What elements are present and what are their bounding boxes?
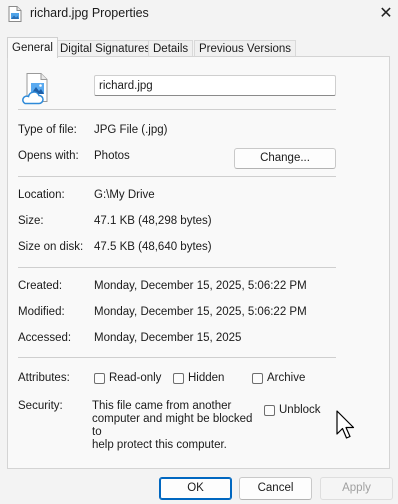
size-value: 47.1 KB (48,298 bytes): [94, 215, 212, 227]
hidden-label[interactable]: Hidden: [188, 372, 224, 384]
opens-with-value: Photos: [94, 150, 130, 162]
tab-general[interactable]: General: [7, 37, 58, 58]
readonly-label[interactable]: Read-only: [109, 372, 161, 384]
location-label: Location:: [18, 189, 65, 201]
ok-button[interactable]: OK: [159, 477, 232, 500]
modified-value: Monday, December 15, 2025, 5:06:22 PM: [94, 306, 307, 318]
mouse-pointer-icon: [336, 410, 355, 439]
title-bar: richard.jpg Properties ✕: [0, 0, 398, 30]
separator: [18, 267, 336, 268]
accessed-label: Accessed:: [18, 332, 72, 344]
security-message: This file came from another computer and…: [92, 400, 262, 452]
cloud-image-file-icon: [22, 73, 48, 105]
image-file-icon: [8, 6, 22, 22]
cancel-button[interactable]: Cancel: [239, 477, 312, 500]
readonly-checkbox[interactable]: [94, 373, 105, 384]
security-line: help protect this computer.: [92, 439, 227, 451]
window-title: richard.jpg Properties: [30, 6, 149, 20]
unblock-checkbox[interactable]: [264, 405, 275, 416]
security-line: This file came from another: [92, 400, 232, 412]
separator: [18, 176, 336, 177]
opens-with-label: Opens with:: [18, 150, 79, 162]
size-label: Size:: [18, 215, 44, 227]
security-line: computer and might be blocked to: [92, 413, 253, 438]
unblock-label[interactable]: Unblock: [279, 404, 321, 416]
created-value: Monday, December 15, 2025, 5:06:22 PM: [94, 280, 307, 292]
modified-label: Modified:: [18, 306, 65, 318]
apply-button[interactable]: Apply: [320, 477, 393, 500]
created-label: Created:: [18, 280, 63, 292]
type-of-file-label: Type of file:: [18, 124, 77, 136]
change-button[interactable]: Change...: [234, 148, 336, 169]
separator: [18, 357, 336, 358]
filename-input[interactable]: [94, 75, 336, 96]
accessed-value: Monday, December 15, 2025: [94, 332, 242, 344]
type-of-file-value: JPG File (.jpg): [94, 124, 168, 136]
hidden-checkbox[interactable]: [173, 373, 184, 384]
general-panel: Type of file: JPG File (.jpg) Opens with…: [7, 56, 390, 469]
size-on-disk-label: Size on disk:: [18, 241, 84, 253]
archive-checkbox[interactable]: [252, 373, 263, 384]
separator: [18, 109, 336, 110]
size-on-disk-value: 47.5 KB (48,640 bytes): [94, 241, 212, 253]
location-value: G:\My Drive: [94, 189, 155, 201]
attributes-label: Attributes:: [18, 372, 70, 384]
close-icon[interactable]: ✕: [376, 4, 396, 24]
security-label: Security:: [18, 400, 63, 412]
archive-label[interactable]: Archive: [267, 372, 305, 384]
